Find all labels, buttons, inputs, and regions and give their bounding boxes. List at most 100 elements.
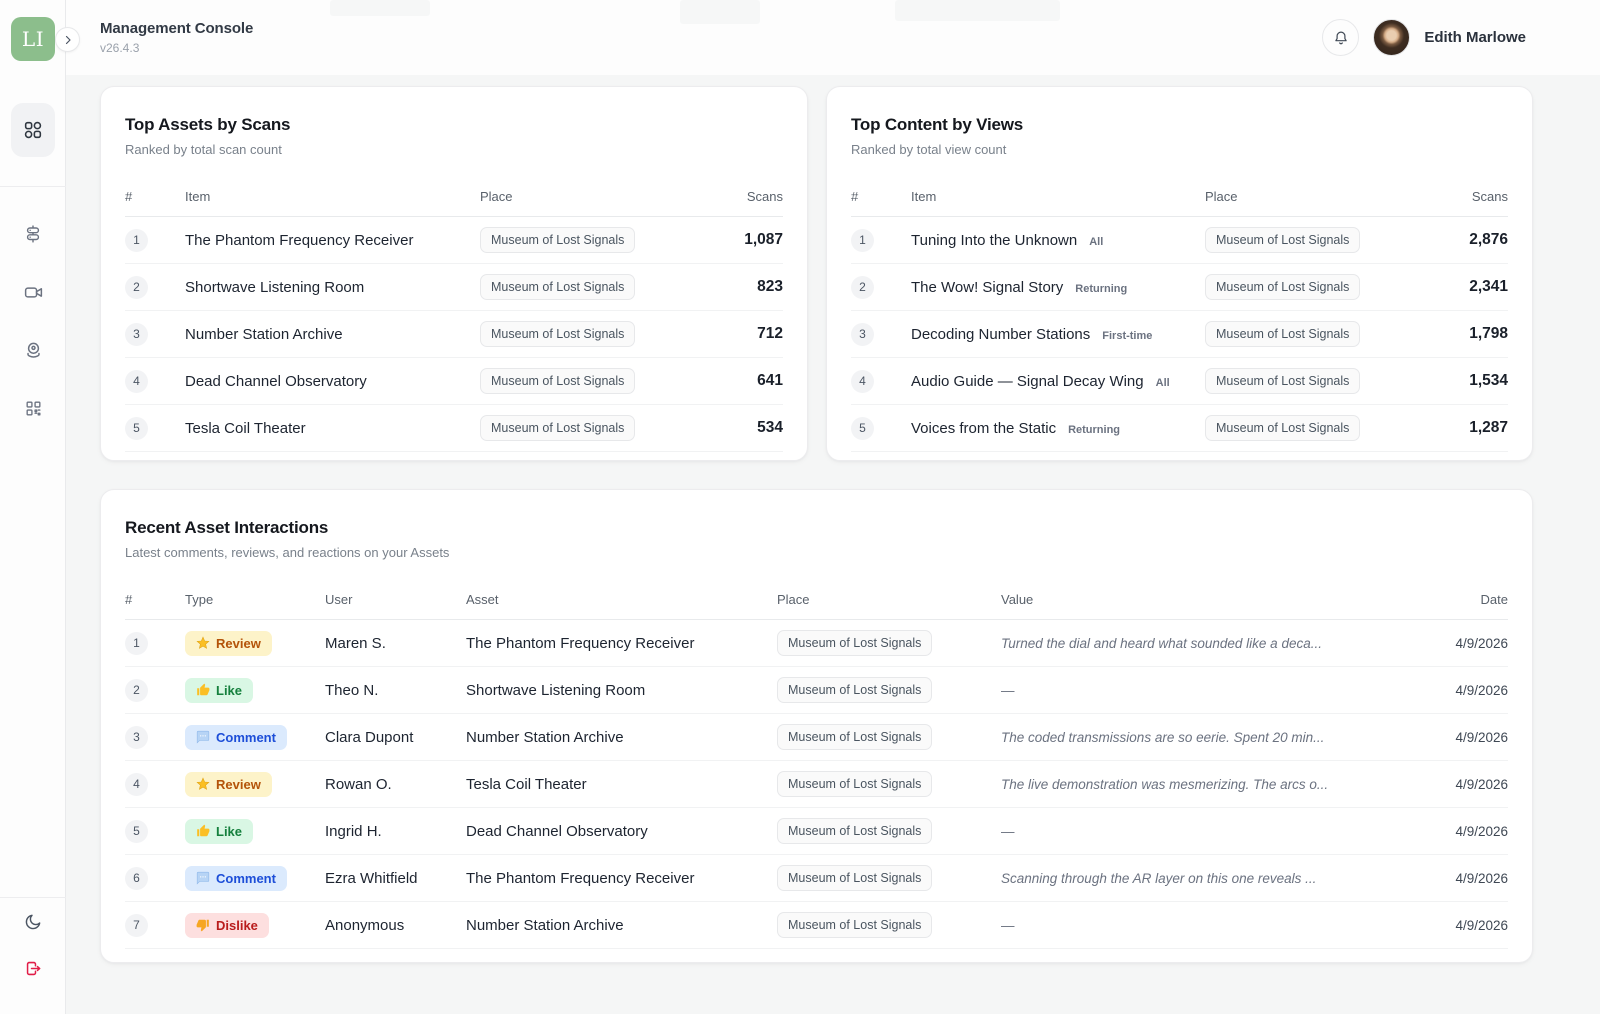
place-chip: Museum of Lost Signals	[1205, 415, 1360, 441]
audience-tag: All	[1156, 377, 1170, 389]
date-cell: 4/9/2026	[1396, 683, 1508, 698]
rank-badge: 3	[125, 726, 148, 749]
asset-cell: Number Station Archive	[466, 917, 777, 934]
table-row[interactable]: 4 Audio Guide — Signal Decay WingAll Mus…	[851, 358, 1508, 405]
table-row[interactable]: 2 Like Theo N. Shortwave Listening Room …	[125, 667, 1508, 714]
audience-tag: All	[1089, 236, 1103, 248]
qr-code-icon	[24, 399, 43, 418]
recent-interactions-card: Recent Asset Interactions Latest comment…	[100, 489, 1533, 963]
sidebar-item-media[interactable]	[11, 270, 55, 314]
star-icon	[196, 777, 210, 791]
place-chip: Museum of Lost Signals	[777, 818, 932, 844]
column-header-value: Value	[1001, 592, 1396, 607]
column-header-place: Place	[480, 189, 695, 204]
value-cell: The coded transmissions are so eerie. Sp…	[1001, 730, 1396, 745]
place-chip: Museum of Lost Signals	[777, 677, 932, 703]
background-artifact	[680, 0, 760, 24]
card-title: Recent Asset Interactions	[125, 518, 1508, 538]
content-name: Audio Guide — Signal Decay WingAll	[911, 373, 1205, 390]
scan-count: 1,087	[695, 231, 783, 249]
bell-icon	[1332, 29, 1350, 47]
asset-cell: Dead Channel Observatory	[466, 823, 777, 840]
star-icon	[196, 636, 210, 650]
rank-badge: 5	[125, 417, 148, 440]
column-header-scans: Scans	[1420, 189, 1508, 204]
table-row[interactable]: 4 Dead Channel Observatory Museum of Los…	[125, 358, 783, 405]
table-row[interactable]: 3 Decoding Number StationsFirst-time Mus…	[851, 311, 1508, 358]
user-avatar[interactable]	[1373, 19, 1410, 56]
sidebar-item-locations[interactable]	[11, 328, 55, 372]
table-row[interactable]: 1 Tuning Into the UnknownAll Museum of L…	[851, 217, 1508, 264]
place-chip: Museum of Lost Signals	[777, 771, 932, 797]
asset-cell: The Phantom Frequency Receiver	[466, 870, 777, 887]
column-header-rank: #	[125, 592, 185, 607]
table-row[interactable]: 5 Tesla Coil Theater Museum of Lost Sign…	[125, 405, 783, 452]
table-row[interactable]: 7 Dislike Anonymous Number Station Archi…	[125, 902, 1508, 949]
view-count: 2,876	[1420, 231, 1508, 249]
scan-count: 712	[695, 325, 783, 343]
sidebar-item-qr-codes[interactable]	[11, 386, 55, 430]
column-header-scans: Scans	[695, 189, 783, 204]
value-cell: The live demonstration was mesmerizing. …	[1001, 777, 1396, 792]
table-row[interactable]: 6 Comment Ezra Whitfield The Phantom Fre…	[125, 855, 1508, 902]
table-row[interactable]: 4 Review Rowan O. Tesla Coil Theater Mus…	[125, 761, 1508, 808]
table-row[interactable]: 5 Like Ingrid H. Dead Channel Observator…	[125, 808, 1508, 855]
value-cell: Turned the dial and heard what sounded l…	[1001, 636, 1396, 651]
chevron-right-icon	[62, 34, 74, 46]
interaction-type-badge: Like	[185, 678, 253, 703]
rank-badge: 1	[125, 632, 148, 655]
table-row[interactable]: 2 The Wow! Signal StoryReturning Museum …	[851, 264, 1508, 311]
column-header-place: Place	[777, 592, 1001, 607]
card-subtitle: Ranked by total scan count	[125, 142, 783, 157]
logout-icon	[24, 959, 43, 978]
date-cell: 4/9/2026	[1396, 636, 1508, 651]
rank-badge: 2	[125, 679, 148, 702]
sidebar-divider-top	[0, 186, 66, 187]
sidebar-expand-button[interactable]	[55, 27, 80, 52]
date-cell: 4/9/2026	[1396, 871, 1508, 886]
place-chip: Museum of Lost Signals	[480, 274, 635, 300]
logout-button[interactable]	[11, 946, 55, 990]
sidebar-item-dashboard[interactable]	[11, 103, 55, 157]
asset-cell: Shortwave Listening Room	[466, 682, 777, 699]
rank-badge: 4	[125, 773, 148, 796]
table-row[interactable]: 2 Shortwave Listening Room Museum of Los…	[125, 264, 783, 311]
column-header-rank: #	[851, 189, 911, 204]
place-chip: Museum of Lost Signals	[777, 912, 932, 938]
rank-badge: 6	[125, 867, 148, 890]
moon-icon	[23, 912, 43, 932]
table-row[interactable]: 3 Comment Clara Dupont Number Station Ar…	[125, 714, 1508, 761]
interaction-type-badge: Comment	[185, 866, 287, 891]
sidebar-item-assets[interactable]	[11, 212, 55, 256]
asset-name: Dead Channel Observatory	[185, 373, 480, 390]
rank-badge: 2	[851, 276, 874, 299]
comment-icon	[196, 730, 210, 744]
table-row[interactable]: 1 The Phantom Frequency Receiver Museum …	[125, 217, 783, 264]
video-camera-icon	[23, 282, 44, 303]
rank-badge: 1	[851, 229, 874, 252]
rank-badge: 5	[851, 417, 874, 440]
rank-badge: 2	[125, 276, 148, 299]
dark-mode-toggle[interactable]	[11, 900, 55, 944]
interaction-type-badge: Dislike	[185, 913, 269, 938]
place-chip: Museum of Lost Signals	[480, 227, 635, 253]
page-title: Management Console	[100, 20, 253, 37]
app-logo[interactable]: LI	[11, 17, 55, 61]
place-chip: Museum of Lost Signals	[777, 630, 932, 656]
table-header-row: # Item Place Scans	[851, 177, 1508, 217]
interaction-type-badge: Comment	[185, 725, 287, 750]
table-row[interactable]: 3 Number Station Archive Museum of Lost …	[125, 311, 783, 358]
interaction-type-badge: Review	[185, 772, 272, 797]
column-header-date: Date	[1396, 592, 1508, 607]
asset-name: The Phantom Frequency Receiver	[185, 232, 480, 249]
table-row[interactable]: 5 Voices from the StaticReturning Museum…	[851, 405, 1508, 452]
rank-badge: 3	[125, 323, 148, 346]
user-name: Edith Marlowe	[1424, 29, 1526, 46]
app-version: v26.4.3	[100, 41, 253, 55]
column-header-user: User	[325, 592, 466, 607]
notifications-button[interactable]	[1322, 19, 1359, 56]
table-row[interactable]: 1 Review Maren S. The Phantom Frequency …	[125, 620, 1508, 667]
place-chip: Museum of Lost Signals	[1205, 321, 1360, 347]
place-chip: Museum of Lost Signals	[1205, 227, 1360, 253]
value-cell: —	[1001, 918, 1396, 933]
